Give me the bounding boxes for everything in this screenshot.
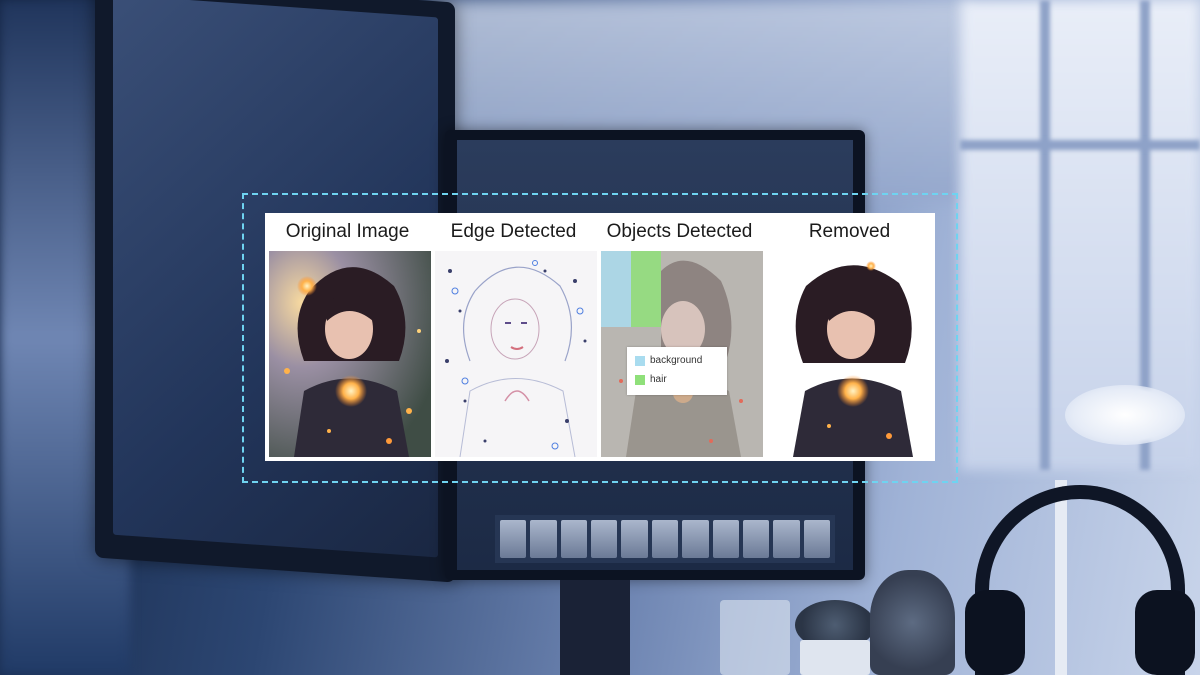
background-removed-image	[771, 251, 933, 457]
objects-detected-image: background hair	[601, 251, 763, 457]
filmstrip-thumb	[712, 520, 739, 558]
legend-label: hair	[650, 374, 667, 385]
filmstrip-thumb	[530, 520, 557, 558]
filmstrip-thumb	[560, 520, 588, 558]
legend-label: background	[650, 355, 703, 366]
window-frame	[960, 140, 1200, 150]
photo-filmstrip	[495, 515, 835, 563]
office-background-scene: Original Image Edge Detected Objects Det…	[0, 0, 1200, 675]
panel-title: Original Image	[285, 221, 410, 242]
original-image	[269, 251, 431, 457]
panel-objects-detected: Objects Detected background hair	[597, 213, 763, 461]
panel-title: Removed	[808, 221, 891, 242]
monitor-stand	[560, 580, 630, 675]
panel-removed: Removed	[767, 213, 933, 461]
headphone-earcup	[965, 590, 1025, 675]
legend-swatch-background	[635, 355, 645, 366]
panel-title: Edge Detected	[450, 221, 577, 242]
filmstrip-thumb	[773, 520, 800, 558]
legend-item-background: background	[635, 355, 702, 366]
filmstrip-thumb	[651, 520, 679, 558]
headphone-earcup	[1135, 590, 1195, 675]
detection-legend: background hair	[627, 347, 727, 395]
panel-title: Objects Detected	[606, 221, 753, 242]
filmstrip-thumb	[621, 520, 648, 558]
filmstrip-thumb	[500, 520, 527, 558]
legend-item-hair: hair	[635, 374, 667, 385]
cactus-plant	[870, 570, 955, 675]
filmstrip-thumb	[682, 520, 709, 558]
panel-original: Original Image	[265, 213, 431, 461]
plant-pot	[800, 640, 870, 675]
legend-swatch-hair	[635, 374, 645, 385]
filmstrip-thumb	[742, 520, 770, 558]
filmstrip-thumb	[591, 520, 618, 558]
filmstrip-thumb	[803, 520, 830, 558]
comparison-card: Original Image Edge Detected Objects Det…	[265, 213, 935, 461]
pencil-cup	[720, 600, 790, 675]
panel-edge-detected: Edge Detected	[431, 213, 597, 461]
window-frame	[1040, 0, 1050, 470]
edge-detected-image	[435, 251, 597, 457]
desk-lamp	[1065, 385, 1185, 445]
